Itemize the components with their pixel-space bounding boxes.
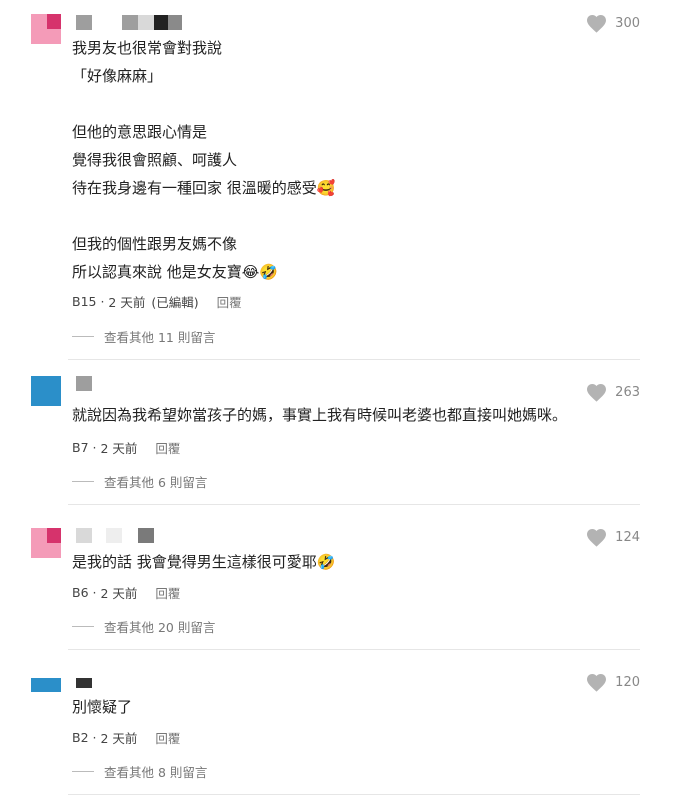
comment-text: 別懷疑了 (72, 698, 133, 716)
edited-label: (已編輯) (151, 295, 199, 310)
like-count: 263 (615, 384, 640, 400)
floor-number: B7 (72, 440, 89, 455)
floor-number: B6 (72, 585, 89, 600)
reply-button[interactable]: 回覆 (155, 438, 180, 457)
author-name-redacted (76, 528, 156, 543)
comment-text: 我男友也很常會對我說 「好像麻麻」 但他的意思跟心情是 覺得我很會照顧、呵護人 … (72, 39, 336, 281)
comment-item: 120 別懷疑了 B2 · 2 天前 回覆 查看其他 8 則留言 (0, 650, 688, 799)
view-more-label: 查看其他 8 則留言 (104, 765, 208, 780)
like-button[interactable]: 120 (586, 671, 640, 693)
divider-dash (72, 336, 94, 337)
comment-meta: B7 · 2 天前 回覆 (72, 438, 181, 457)
like-button[interactable]: 263 (586, 381, 640, 403)
author-name-redacted (76, 376, 96, 391)
comment-text: 就說因為我希望妳當孩子的媽，事實上我有時候叫老婆也都直接叫她媽咪。 (72, 406, 568, 424)
divider-dash (72, 771, 94, 772)
view-more-replies[interactable]: 查看其他 6 則留言 (72, 472, 207, 491)
floor-number: B15 (72, 294, 97, 309)
divider-dash (72, 626, 94, 627)
comment-item: 263 就說因為我希望妳當孩子的媽，事實上我有時候叫老婆也都直接叫她媽咪。 B7… (0, 360, 688, 505)
timestamp: 2 天前 (100, 441, 138, 456)
view-more-replies[interactable]: 查看其他 11 則留言 (72, 327, 215, 346)
timestamp: 2 天前 (100, 586, 138, 601)
view-more-label: 查看其他 6 則留言 (104, 475, 208, 490)
avatar[interactable] (31, 678, 61, 692)
reply-button[interactable]: 回覆 (217, 292, 242, 311)
author-name-redacted (76, 678, 96, 688)
reply-button[interactable]: 回覆 (155, 583, 180, 602)
heart-icon (587, 673, 607, 692)
divider-dash (72, 481, 94, 482)
avatar[interactable] (31, 528, 61, 558)
avatar[interactable] (31, 376, 61, 406)
view-more-label: 查看其他 20 則留言 (104, 620, 216, 635)
view-more-label: 查看其他 11 則留言 (104, 330, 216, 345)
view-more-replies[interactable]: 查看其他 20 則留言 (72, 617, 215, 636)
reply-button[interactable]: 回覆 (155, 728, 180, 747)
comment-item: 124 是我的話 我會覺得男生這樣很可愛耶🤣 B6 · 2 天前 回覆 查看其他… (0, 505, 688, 650)
comment-item: 300 我男友也很常會對我說 「好像麻麻」 但他的意思跟心情是 覺得我很會照顧、… (0, 0, 688, 360)
like-button[interactable]: 300 (586, 12, 640, 34)
timestamp: 2 天前 (100, 731, 138, 746)
like-count: 120 (615, 674, 640, 690)
comment-meta: B6 · 2 天前 回覆 (72, 583, 181, 602)
comment-meta: B2 · 2 天前 回覆 (72, 728, 181, 747)
divider (68, 794, 640, 795)
avatar[interactable] (31, 14, 61, 44)
like-count: 300 (615, 15, 640, 31)
comment-meta: B15 · 2 天前 (已編輯) 回覆 (72, 292, 242, 311)
heart-icon (587, 383, 607, 402)
author-name-redacted (76, 15, 186, 30)
comment-text: 是我的話 我會覺得男生這樣很可愛耶🤣 (72, 553, 336, 571)
view-more-replies[interactable]: 查看其他 8 則留言 (72, 762, 207, 781)
timestamp: 2 天前 (108, 295, 146, 310)
like-button[interactable]: 124 (586, 526, 640, 548)
heart-icon (587, 528, 607, 547)
like-count: 124 (615, 529, 640, 545)
floor-number: B2 (72, 730, 89, 745)
heart-icon (587, 14, 607, 33)
